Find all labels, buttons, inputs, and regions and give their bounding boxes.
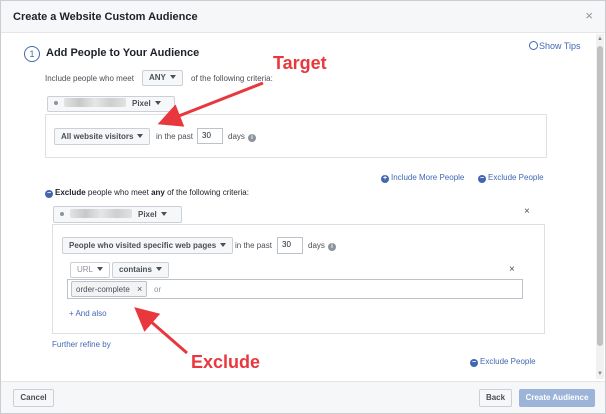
create-audience-button[interactable]: Create Audience (519, 389, 595, 407)
annotation-arrows (134, 81, 264, 355)
annotation-exclude-label: Exclude (191, 352, 261, 372)
back-button[interactable]: Back (479, 389, 512, 407)
custom-audience-dialog: Create a Website Custom Audience × ▲ ▼ 1… (0, 0, 606, 414)
dialog-footer: Cancel Back Create Audience (1, 381, 605, 413)
arrow-to-include-rule (157, 81, 264, 127)
cancel-button[interactable]: Cancel (13, 389, 54, 407)
arrow-to-url-token (134, 307, 188, 355)
